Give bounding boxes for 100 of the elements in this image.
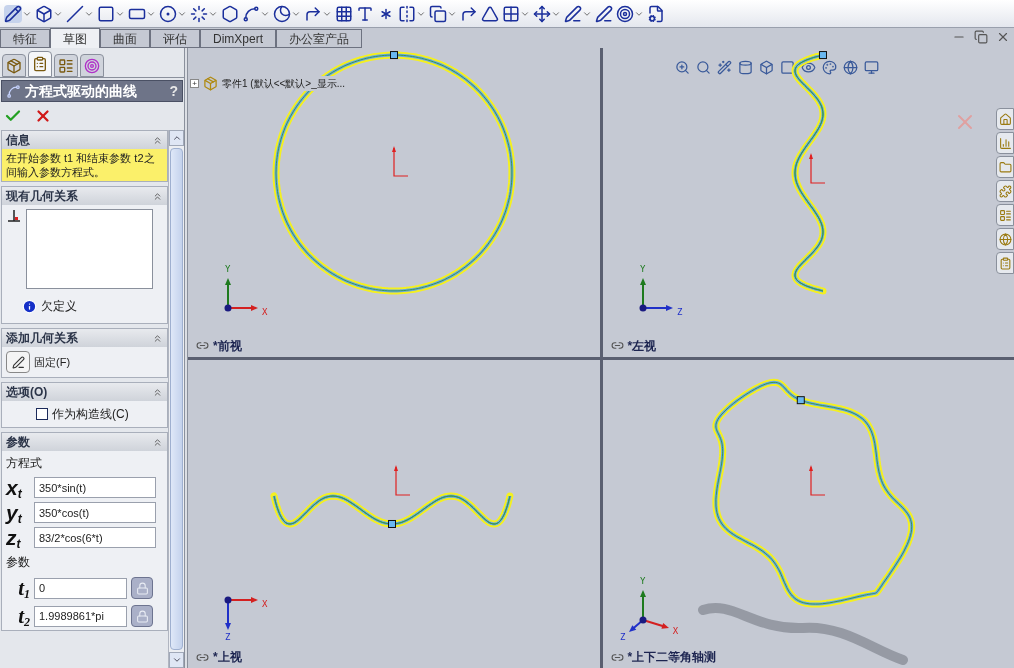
feature-tree-item[interactable]: 零件1 (默认<<默认>_显示... <box>222 76 346 91</box>
equation-field[interactable]: 350*sin(t) <box>34 477 156 498</box>
fix-relation-button[interactable] <box>6 351 30 373</box>
visibility-icon[interactable] <box>800 60 816 75</box>
axis-triad-drawing: Y X Z <box>619 575 678 642</box>
restore-icon[interactable] <box>974 30 988 44</box>
task-pane-tab[interactable] <box>996 252 1014 274</box>
view-label: *左视 <box>627 337 657 355</box>
ribbon-tab[interactable]: 曲面 <box>100 29 150 48</box>
globe-icon <box>998 232 1012 246</box>
checkbox-label: 作为构造线(C) <box>52 406 129 423</box>
task-pane-tab[interactable] <box>996 132 1014 154</box>
info-icon <box>22 298 37 314</box>
link-icon[interactable] <box>610 339 624 352</box>
home-icon <box>998 112 1012 126</box>
equation-field[interactable]: 83/2*cos(6*t) <box>34 527 156 548</box>
origin-arrow-icon <box>392 146 409 177</box>
section-header[interactable]: 选项(O) <box>2 383 167 401</box>
task-pane-tab[interactable] <box>996 156 1014 178</box>
panel-tab[interactable] <box>80 54 104 77</box>
parameter-field[interactable]: 1.9989861*pi <box>34 605 127 627</box>
close-icon[interactable] <box>996 30 1010 44</box>
zoom-icon[interactable] <box>674 60 690 75</box>
view-label: *前视 <box>213 337 242 355</box>
field-group-label: 参数 <box>5 554 31 571</box>
list-icon <box>998 208 1012 222</box>
link-icon[interactable] <box>196 339 209 352</box>
collapse-icon[interactable] <box>152 436 163 448</box>
move-icon[interactable] <box>533 4 551 23</box>
ribbon-tab[interactable]: 特征 <box>0 29 50 48</box>
task-pane-tab[interactable] <box>996 204 1014 226</box>
panel-tab[interactable] <box>54 54 78 77</box>
viewport[interactable]: Y X Z *上下二等角轴测 <box>602 359 1014 668</box>
collapse-icon[interactable] <box>152 134 163 146</box>
ribbon-tab[interactable]: 草图 <box>50 28 100 48</box>
axis-triad-drawing: X Z <box>224 596 268 642</box>
folder-icon <box>998 160 1012 174</box>
equation-field[interactable]: 350*cos(t) <box>34 502 156 523</box>
relations-list[interactable] <box>26 209 153 289</box>
collapse-icon[interactable] <box>152 190 163 202</box>
clipboard-icon <box>998 256 1012 270</box>
section-header[interactable]: 添加几何关系 <box>2 329 167 347</box>
task-pane-tab[interactable] <box>996 228 1014 250</box>
section-header[interactable]: 现有几何关系 <box>2 187 167 205</box>
info-message: 在开始参数 t1 和结束参数 t2之间输入参数方程式。 <box>2 149 167 181</box>
lock-icon <box>135 581 149 595</box>
viewport[interactable]: + 零件1 (默认<<默认>_显示... Y X *前视 <box>188 48 600 357</box>
curve-icon <box>6 83 21 99</box>
panel-tab[interactable] <box>28 51 52 77</box>
expand-toggle[interactable]: + <box>190 79 199 88</box>
rectangle-icon[interactable] <box>97 4 115 23</box>
ribbon-tab[interactable]: 评估 <box>150 29 200 48</box>
section-header[interactable]: 信息 <box>2 131 167 149</box>
ribbon-tab[interactable]: 办公室产品 <box>276 29 362 48</box>
spline-icon[interactable] <box>242 4 260 23</box>
polygon-icon[interactable] <box>221 4 239 23</box>
viewport[interactable]: X Z *上视 <box>188 359 600 668</box>
panel-tab[interactable] <box>2 54 26 77</box>
view-label: *上下二等角轴测 <box>627 649 717 666</box>
scrollbar[interactable] <box>168 130 184 668</box>
scroll-down-icon[interactable] <box>171 655 182 665</box>
equation-symbol: z$_{t}$ <box>6 526 22 549</box>
collapse-icon[interactable] <box>152 332 163 344</box>
lock-icon <box>135 609 149 623</box>
axis-triad-drawing: Y Z <box>639 264 682 317</box>
perpendicular-icon <box>6 209 22 223</box>
scroll-up-icon[interactable] <box>171 133 182 143</box>
line-icon[interactable] <box>66 4 84 23</box>
sketch-pencil-icon[interactable] <box>4 4 22 23</box>
origin-arrow-icon <box>808 153 826 184</box>
view-label: *上视 <box>213 649 242 666</box>
zoom-area-icon[interactable] <box>695 60 711 75</box>
lock-button[interactable] <box>131 577 153 599</box>
field-group-label: 方程式 <box>5 455 43 472</box>
equation-symbol: x$_{t}$ <box>6 476 23 499</box>
lock-button[interactable] <box>131 605 153 627</box>
equation-symbol: y$_{t}$ <box>6 501 23 524</box>
checkbox[interactable] <box>36 408 48 420</box>
axis-triad-drawing: Y X <box>224 264 268 317</box>
origin-arrow-icon <box>394 464 411 496</box>
collapse-icon[interactable] <box>152 386 163 398</box>
task-pane-tab[interactable] <box>996 180 1014 202</box>
properties-icon <box>32 56 48 72</box>
part-icon <box>6 57 22 74</box>
appearance-icon[interactable] <box>821 60 837 75</box>
parameter-field[interactable]: 0 <box>34 577 127 599</box>
configuration-icon <box>58 57 74 74</box>
relation-label: 固定(F) <box>34 354 71 370</box>
help-link[interactable]: ? <box>169 80 178 102</box>
origin-arrow-icon <box>808 464 826 496</box>
viewport[interactable]: Y Z *左视 <box>602 48 1014 357</box>
cancel-icon[interactable] <box>34 107 52 125</box>
panel-title: 方程式驱动的曲线 <box>25 81 137 101</box>
text-icon[interactable] <box>356 4 374 23</box>
chart-icon <box>998 136 1012 150</box>
section-header[interactable]: 参数 <box>2 433 167 451</box>
ribbon-tab[interactable]: DimXpert <box>200 29 276 48</box>
task-pane-tab[interactable] <box>996 108 1014 130</box>
circle-icon[interactable] <box>159 4 177 23</box>
status-text: 欠定义 <box>41 298 77 315</box>
